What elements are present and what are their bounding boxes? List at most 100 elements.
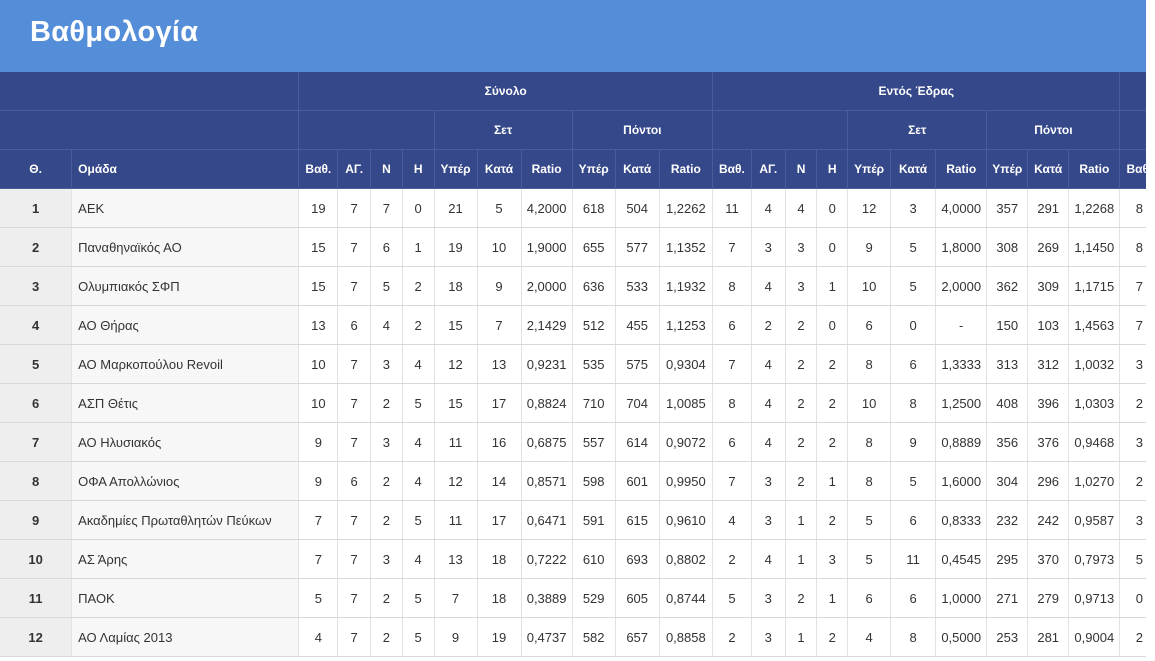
cell-total-played: 7 [337, 188, 372, 228]
cell-home-sets-against: 9 [890, 422, 937, 462]
table-row[interactable]: 4 ΑΟ Θήρας 13 6 4 2 15 7 2,1429 512 455 1,1253 6 2 2 0 6… [0, 305, 1146, 345]
table-row[interactable]: 10 ΑΣ Άρης 7 7 3 4 13 18 0,7222 610 693 0,8802 2 4 1 3 5… [0, 539, 1146, 579]
table-row[interactable]: 3 Ολυμπιακός ΣΦΠ 15 7 5 2 18 9 2,0000 636 533 1,193… [0, 266, 1146, 306]
cell-total-losses: 4 [402, 461, 435, 501]
page-header: Βαθμολογία [0, 0, 1146, 72]
cell-home-pts-against: 309 [1027, 266, 1070, 306]
cell-home-pts-against: 269 [1027, 227, 1070, 267]
table-head: Σύνολο Εντός Έδρας Σετ Πόντοι Σετ Πόντοι… [0, 72, 1146, 189]
col-total-pts-against[interactable]: Κατά [615, 149, 660, 189]
col-total-sets-ratio[interactable]: Ratio [521, 149, 573, 189]
cell-total-pts-ratio: 1,1253 [659, 305, 714, 345]
col-total-sets-over[interactable]: Υπέρ [434, 149, 478, 189]
table-row[interactable]: 1 ΑΕΚ 19 7 7 0 21 5 4,2000 618 504 1,2262 11 4 4 0 12 3 4,… [0, 188, 1146, 228]
cell-total-pts-against: 704 [615, 383, 660, 423]
cell-home-pts-ratio: 0,7973 [1068, 539, 1121, 579]
cell-position: 1 [0, 188, 73, 228]
cell-total-sets-against: 13 [477, 344, 522, 384]
cell-position: 9 [0, 500, 73, 540]
col-home-pts-over[interactable]: Υπέρ [986, 149, 1029, 189]
cell-total-sets-over: 15 [434, 383, 478, 423]
cell-away-points: 5 [1119, 539, 1146, 579]
col-total-played[interactable]: ΑΓ. [337, 149, 372, 189]
cell-total-wins: 7 [370, 188, 403, 228]
cell-home-pts-ratio: 1,0303 [1068, 383, 1121, 423]
table-row[interactable]: 2 Παναθηναϊκός ΑΟ 15 7 6 1 19 10 1,9000 655 577 1,1… [0, 227, 1146, 267]
col-total-points[interactable]: Βαθ. [298, 149, 339, 189]
cell-total-losses: 5 [402, 617, 435, 657]
cell-total-wins: 3 [370, 422, 403, 462]
cell-total-sets-against: 18 [477, 539, 522, 579]
cell-home-sets-ratio: 1,3333 [935, 344, 988, 384]
cell-home-sets-against: 5 [890, 227, 937, 267]
table-row[interactable]: 6 ΑΣΠ Θέτις 10 7 2 5 15 17 0,8824 710 704 1,0085 8 4 2… [0, 383, 1146, 423]
col-home-played[interactable]: ΑΓ. [751, 149, 786, 189]
cell-total-sets-against: 10 [477, 227, 522, 267]
cell-away-points: 3 [1119, 422, 1146, 462]
col-total-wins[interactable]: Ν [370, 149, 403, 189]
cell-home-pts-over: 308 [986, 227, 1029, 267]
table-row[interactable]: 11 ΠΑΟΚ 5 7 2 5 7 18 0,3889 529 605 0,8744 5 3 2 1 6 6 1,0… [0, 578, 1146, 618]
cell-total-pts-over: 557 [572, 422, 616, 462]
col-home-losses[interactable]: Η [816, 149, 849, 189]
cell-home-played: 3 [751, 617, 786, 657]
cell-home-wins: 3 [785, 266, 818, 306]
cell-total-wins: 3 [370, 344, 403, 384]
col-total-pts-over[interactable]: Υπέρ [572, 149, 616, 189]
col-position[interactable]: Θ. [0, 149, 73, 189]
cell-total-wins: 3 [370, 539, 403, 579]
col-total-sets-against[interactable]: Κατά [477, 149, 522, 189]
cell-home-played: 4 [751, 422, 786, 462]
cell-home-sets-ratio: 4,0000 [935, 188, 988, 228]
cell-total-sets-ratio: 0,9231 [521, 344, 573, 384]
right-gutter [1146, 0, 1155, 661]
standings-table-container[interactable]: Σύνολο Εντός Έδρας Σετ Πόντοι Σετ Πόντοι… [0, 72, 1146, 661]
cell-total-sets-ratio: 0,8824 [521, 383, 573, 423]
col-away-points[interactable]: Βαθ. [1119, 149, 1146, 189]
table-row[interactable]: 7 ΑΟ Ηλυσιακός 9 7 3 4 11 16 0,6875 557 614 0,9072 6… [0, 422, 1146, 462]
col-total-pts-ratio[interactable]: Ratio [659, 149, 714, 189]
col-total-losses[interactable]: Η [402, 149, 435, 189]
cell-home-losses: 2 [816, 344, 849, 384]
cell-total-pts-against: 575 [615, 344, 660, 384]
table-body: 1 ΑΕΚ 19 7 7 0 21 5 4,2000 618 504 1,2262 11 4 4 0 12 3 4,… [0, 188, 1146, 657]
cell-total-played: 7 [337, 617, 372, 657]
cell-home-points: 2 [712, 539, 752, 579]
cell-position: 3 [0, 266, 73, 306]
cell-home-pts-ratio: 0,9468 [1068, 422, 1121, 462]
cell-total-played: 6 [337, 305, 372, 345]
cell-total-wins: 2 [370, 578, 403, 618]
subgroup-total-points: Πόντοι [572, 110, 714, 150]
col-home-wins[interactable]: Ν [785, 149, 818, 189]
cell-home-sets-against: 5 [890, 461, 937, 501]
cell-total-sets-ratio: 0,3889 [521, 578, 573, 618]
col-home-sets-ratio[interactable]: Ratio [935, 149, 988, 189]
table-row[interactable]: 8 ΟΦΑ Απολλώνιος 9 6 2 4 12 14 0,8571 598 601 0,995… [0, 461, 1146, 501]
col-home-sets-over[interactable]: Υπέρ [847, 149, 892, 189]
cell-total-pts-over: 618 [572, 188, 616, 228]
col-home-sets-against[interactable]: Κατά [890, 149, 937, 189]
cell-home-sets-over: 6 [847, 305, 892, 345]
cell-away-points: 8 [1119, 227, 1146, 267]
cell-total-sets-over: 11 [434, 500, 478, 540]
cell-home-points: 2 [712, 617, 752, 657]
cell-total-pts-ratio: 0,8744 [659, 578, 714, 618]
cell-home-wins: 2 [785, 305, 818, 345]
col-team[interactable]: Ομάδα [71, 149, 300, 189]
cell-home-sets-over: 10 [847, 266, 892, 306]
cell-position: 11 [0, 578, 73, 618]
table-row[interactable]: 5 ΑΟ Μαρκοπούλου Revoil 10 7 3 4 12 13 0,9231 535… [0, 344, 1146, 384]
cell-total-losses: 1 [402, 227, 435, 267]
cell-home-pts-against: 103 [1027, 305, 1070, 345]
col-home-pts-ratio[interactable]: Ratio [1068, 149, 1121, 189]
cell-total-points: 10 [298, 383, 339, 423]
cell-home-sets-ratio: 1,8000 [935, 227, 988, 267]
col-home-pts-against[interactable]: Κατά [1027, 149, 1070, 189]
cell-total-wins: 2 [370, 617, 403, 657]
cell-home-pts-over: 232 [986, 500, 1029, 540]
table-row[interactable]: 9 Ακαδημίες Πρωταθλητών Πεύκων 7 7 2 5 11 17 0,6… [0, 500, 1146, 540]
table-row[interactable]: 12 ΑΟ Λαμίας 2013 4 7 2 5 9 19 0,4737 582 657 0,885… [0, 617, 1146, 657]
cell-total-pts-ratio: 1,0085 [659, 383, 714, 423]
group-home: Εντός Έδρας [712, 72, 1121, 111]
col-home-points[interactable]: Βαθ. [712, 149, 752, 189]
